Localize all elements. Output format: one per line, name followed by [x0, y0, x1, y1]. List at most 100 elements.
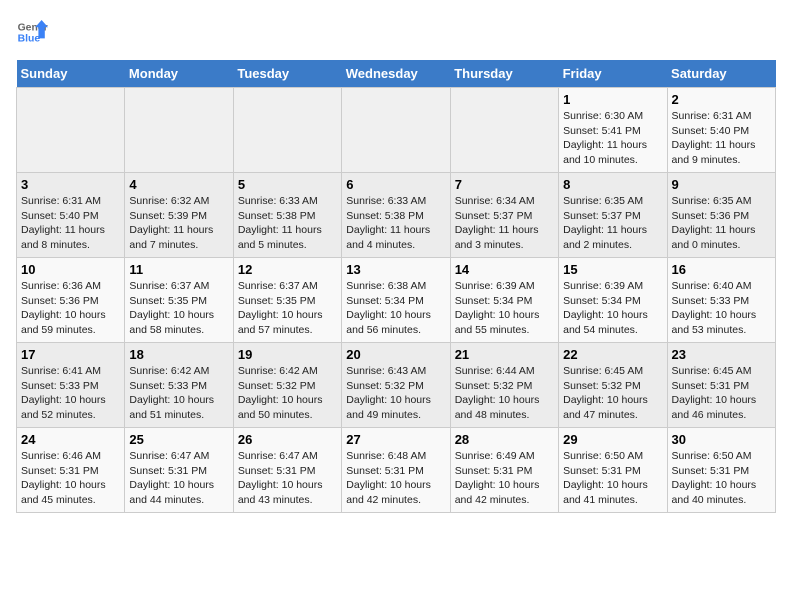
calendar-cell: 25 Sunrise: 6:47 AMSunset: 5:31 PMDayligh…	[125, 428, 233, 513]
calendar-cell: 16 Sunrise: 6:40 AMSunset: 5:33 PMDayligh…	[667, 258, 775, 343]
day-detail: Sunrise: 6:46 AMSunset: 5:31 PMDaylight:…	[21, 449, 120, 508]
day-detail: Sunrise: 6:33 AMSunset: 5:38 PMDaylight:…	[238, 194, 337, 253]
calendar-cell: 11Sunrise: 6:37 AMSunset: 5:35 PMDayligh…	[125, 258, 233, 343]
day-detail: Sunrise: 6:37 AMSunset: 5:35 PMDaylight:…	[129, 279, 228, 338]
calendar-cell: 29Sunrise: 6:50 AMSunset: 5:31 PMDayligh…	[559, 428, 667, 513]
calendar-cell: 9Sunrise: 6:35 AMSunset: 5:36 PMDaylight…	[667, 173, 775, 258]
calendar-cell: 5 Sunrise: 6:33 AMSunset: 5:38 PMDaylight…	[233, 173, 341, 258]
day-number: 1	[563, 92, 662, 107]
day-number: 2	[672, 92, 771, 107]
calendar-cell: 19 Sunrise: 6:42 AMSunset: 5:32 PMDayligh…	[233, 343, 341, 428]
calendar-cell: 7 Sunrise: 6:34 AMSunset: 5:37 PMDaylight…	[450, 173, 558, 258]
calendar-cell: 6Sunrise: 6:33 AMSunset: 5:38 PMDaylight…	[342, 173, 450, 258]
day-number: 4	[129, 177, 228, 192]
calendar-week-row: 24Sunrise: 6:46 AMSunset: 5:31 PMDayligh…	[17, 428, 776, 513]
day-detail: Sunrise: 6:35 AMSunset: 5:37 PMDaylight:…	[563, 194, 662, 253]
day-number: 19	[238, 347, 337, 362]
day-number: 7	[455, 177, 554, 192]
day-number: 25	[129, 432, 228, 447]
calendar-cell	[125, 88, 233, 173]
day-detail: Sunrise: 6:33 AMSunset: 5:38 PMDaylight:…	[346, 194, 445, 253]
svg-text:Blue: Blue	[18, 34, 41, 45]
weekday-header: Saturday	[667, 60, 775, 88]
calendar-cell: 30 Sunrise: 6:50 AMSunset: 5:31 PMDayligh…	[667, 428, 775, 513]
day-number: 12	[238, 262, 337, 277]
calendar-cell: 23 Sunrise: 6:45 AMSunset: 5:31 PMDayligh…	[667, 343, 775, 428]
day-number: 22	[563, 347, 662, 362]
calendar-cell: 4 Sunrise: 6:32 AMSunset: 5:39 PMDaylight…	[125, 173, 233, 258]
calendar-cell: 15 Sunrise: 6:39 AMSunset: 5:34 PMDayligh…	[559, 258, 667, 343]
day-detail: Sunrise: 6:44 AMSunset: 5:32 PMDaylight:…	[455, 364, 554, 423]
day-number: 9	[672, 177, 771, 192]
weekday-header: Thursday	[450, 60, 558, 88]
calendar-cell: 12 Sunrise: 6:37 AMSunset: 5:35 PMDayligh…	[233, 258, 341, 343]
weekday-header: Monday	[125, 60, 233, 88]
day-detail: Sunrise: 6:40 AMSunset: 5:33 PMDaylight:…	[672, 279, 771, 338]
day-number: 21	[455, 347, 554, 362]
calendar-cell: 1 Sunrise: 6:30 AMSunset: 5:41 PMDaylight…	[559, 88, 667, 173]
day-number: 27	[346, 432, 445, 447]
day-detail: Sunrise: 6:47 AMSunset: 5:31 PMDaylight:…	[238, 449, 337, 508]
calendar-cell: 20 Sunrise: 6:43 AMSunset: 5:32 PMDayligh…	[342, 343, 450, 428]
day-number: 29	[563, 432, 662, 447]
calendar-cell: 3 Sunrise: 6:31 AMSunset: 5:40 PMDaylight…	[17, 173, 125, 258]
day-detail: Sunrise: 6:31 AMSunset: 5:40 PMDaylight:…	[672, 109, 771, 168]
calendar-week-row: 1 Sunrise: 6:30 AMSunset: 5:41 PMDaylight…	[17, 88, 776, 173]
calendar-cell: 24Sunrise: 6:46 AMSunset: 5:31 PMDayligh…	[17, 428, 125, 513]
day-number: 26	[238, 432, 337, 447]
day-number: 23	[672, 347, 771, 362]
day-detail: Sunrise: 6:32 AMSunset: 5:39 PMDaylight:…	[129, 194, 228, 253]
calendar-week-row: 10Sunrise: 6:36 AMSunset: 5:36 PMDayligh…	[17, 258, 776, 343]
day-number: 18	[129, 347, 228, 362]
calendar-cell	[233, 88, 341, 173]
day-detail: Sunrise: 6:38 AMSunset: 5:34 PMDaylight:…	[346, 279, 445, 338]
day-detail: Sunrise: 6:30 AMSunset: 5:41 PMDaylight:…	[563, 109, 662, 168]
calendar-cell	[450, 88, 558, 173]
calendar-cell: 8 Sunrise: 6:35 AMSunset: 5:37 PMDaylight…	[559, 173, 667, 258]
weekday-header: Tuesday	[233, 60, 341, 88]
calendar-cell: 2 Sunrise: 6:31 AMSunset: 5:40 PMDaylight…	[667, 88, 775, 173]
day-detail: Sunrise: 6:49 AMSunset: 5:31 PMDaylight:…	[455, 449, 554, 508]
weekday-header: Friday	[559, 60, 667, 88]
day-detail: Sunrise: 6:47 AMSunset: 5:31 PMDaylight:…	[129, 449, 228, 508]
day-number: 16	[672, 262, 771, 277]
day-number: 5	[238, 177, 337, 192]
day-detail: Sunrise: 6:37 AMSunset: 5:35 PMDaylight:…	[238, 279, 337, 338]
day-number: 14	[455, 262, 554, 277]
day-number: 15	[563, 262, 662, 277]
day-number: 10	[21, 262, 120, 277]
day-detail: Sunrise: 6:34 AMSunset: 5:37 PMDaylight:…	[455, 194, 554, 253]
page-header: General Blue	[16, 16, 776, 48]
calendar-cell: 28 Sunrise: 6:49 AMSunset: 5:31 PMDayligh…	[450, 428, 558, 513]
day-number: 30	[672, 432, 771, 447]
day-number: 20	[346, 347, 445, 362]
calendar-cell: 27Sunrise: 6:48 AMSunset: 5:31 PMDayligh…	[342, 428, 450, 513]
day-number: 13	[346, 262, 445, 277]
day-detail: Sunrise: 6:42 AMSunset: 5:33 PMDaylight:…	[129, 364, 228, 423]
day-detail: Sunrise: 6:45 AMSunset: 5:32 PMDaylight:…	[563, 364, 662, 423]
day-number: 8	[563, 177, 662, 192]
day-number: 28	[455, 432, 554, 447]
logo-icon: General Blue	[16, 16, 48, 48]
calendar-cell: 10Sunrise: 6:36 AMSunset: 5:36 PMDayligh…	[17, 258, 125, 343]
day-detail: Sunrise: 6:42 AMSunset: 5:32 PMDaylight:…	[238, 364, 337, 423]
day-detail: Sunrise: 6:31 AMSunset: 5:40 PMDaylight:…	[21, 194, 120, 253]
calendar-cell: 17Sunrise: 6:41 AMSunset: 5:33 PMDayligh…	[17, 343, 125, 428]
calendar-cell: 18 Sunrise: 6:42 AMSunset: 5:33 PMDayligh…	[125, 343, 233, 428]
calendar-cell: 21 Sunrise: 6:44 AMSunset: 5:32 PMDayligh…	[450, 343, 558, 428]
day-detail: Sunrise: 6:41 AMSunset: 5:33 PMDaylight:…	[21, 364, 120, 423]
day-detail: Sunrise: 6:39 AMSunset: 5:34 PMDaylight:…	[563, 279, 662, 338]
weekday-header: Wednesday	[342, 60, 450, 88]
calendar-cell	[17, 88, 125, 173]
day-detail: Sunrise: 6:43 AMSunset: 5:32 PMDaylight:…	[346, 364, 445, 423]
calendar-cell: 22 Sunrise: 6:45 AMSunset: 5:32 PMDayligh…	[559, 343, 667, 428]
day-number: 3	[21, 177, 120, 192]
weekday-header-row: SundayMondayTuesdayWednesdayThursdayFrid…	[17, 60, 776, 88]
day-detail: Sunrise: 6:45 AMSunset: 5:31 PMDaylight:…	[672, 364, 771, 423]
day-detail: Sunrise: 6:50 AMSunset: 5:31 PMDaylight:…	[672, 449, 771, 508]
calendar-table: SundayMondayTuesdayWednesdayThursdayFrid…	[16, 60, 776, 513]
calendar-week-row: 17Sunrise: 6:41 AMSunset: 5:33 PMDayligh…	[17, 343, 776, 428]
calendar-cell: 13 Sunrise: 6:38 AMSunset: 5:34 PMDayligh…	[342, 258, 450, 343]
calendar-cell: 26 Sunrise: 6:47 AMSunset: 5:31 PMDayligh…	[233, 428, 341, 513]
calendar-cell: 14Sunrise: 6:39 AMSunset: 5:34 PMDayligh…	[450, 258, 558, 343]
